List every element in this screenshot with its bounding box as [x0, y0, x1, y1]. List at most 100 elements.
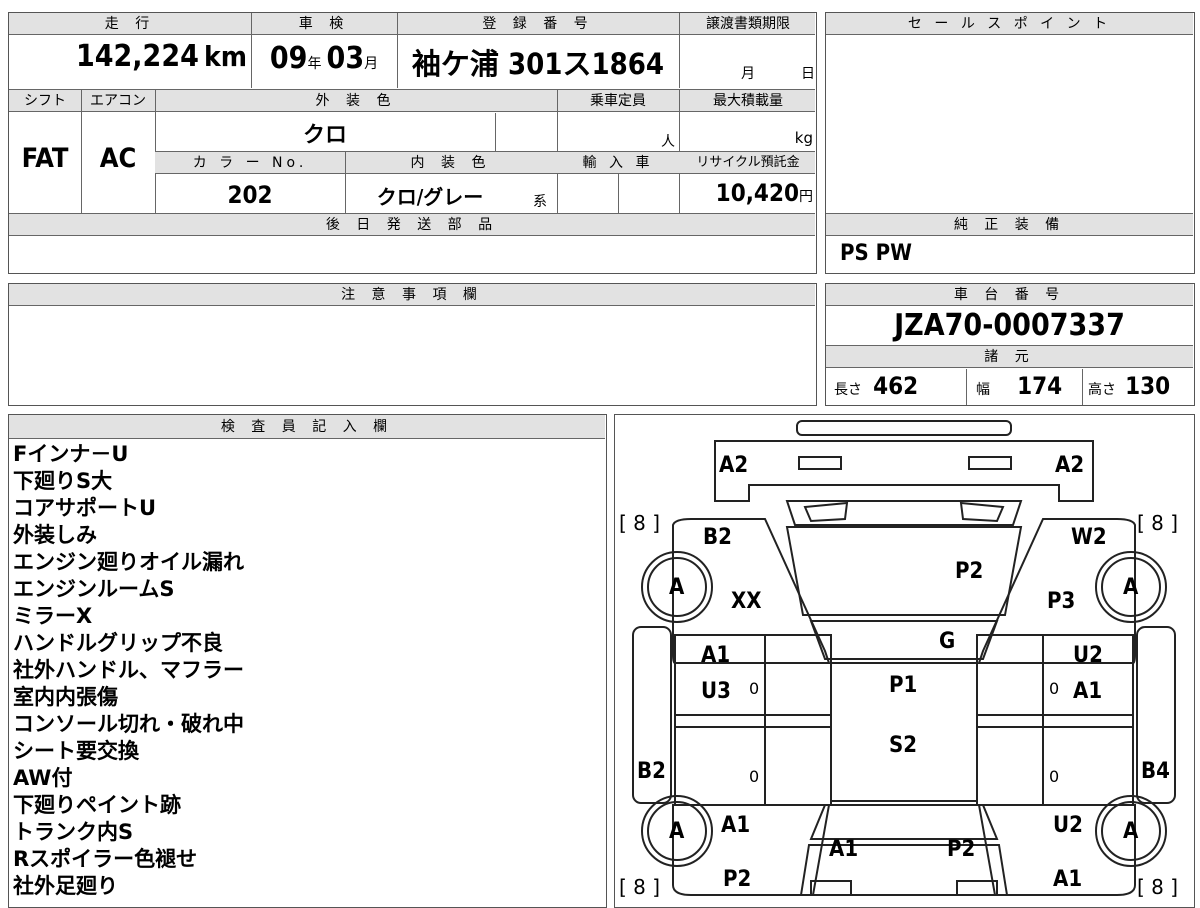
mark-zero: 0 [749, 679, 760, 698]
mark-a2-right: A2 [1055, 453, 1085, 478]
spec-length: 長さ 462 [834, 372, 919, 400]
inspection-value: 09年 03月 [269, 41, 379, 76]
mark-s2: S2 [889, 733, 918, 758]
taillight-left-shape [810, 880, 852, 896]
inspector-note: 社外ハンドル、マフラー [13, 658, 244, 682]
ac-label: エアコン [90, 93, 146, 109]
headlight-right-shape [968, 456, 1012, 470]
registration-label: 登 録 番 号 [482, 16, 594, 32]
mark-xx: XX [731, 589, 762, 614]
exterior-color-value: クロ [302, 123, 347, 148]
transfer-deadline-label: 譲渡書類期限 [706, 16, 790, 32]
mark-b2-side: B2 [637, 759, 666, 784]
sales-point-box: セ ー ル ス ポ イ ン ト 純 正 装 備 PS PW [825, 12, 1195, 274]
capacity-unit: 人 [661, 134, 675, 150]
taillight-right-shape [956, 880, 998, 896]
tire-label-front-left: A [669, 575, 685, 600]
interior-color-value: クロ/グレー [376, 185, 484, 209]
grille-right-shape [959, 501, 1005, 523]
spec-width: 幅 174 [976, 372, 1063, 400]
chassis-box: 車 台 番 号 JZA70-0007337 諸 元 長さ 462 幅 174 高… [825, 283, 1195, 406]
inspector-note: 下廻りS大 [13, 469, 113, 493]
summary-grid: 走 行 車 検 登 録 番 号 譲渡書類期限 142,224 km 09年 03… [8, 12, 817, 274]
inspector-note: AW付 [13, 766, 73, 790]
mark-w2: W2 [1071, 525, 1107, 550]
sales-point-label: セ ー ル ス ポ イ ン ト [907, 16, 1112, 32]
inspector-note: 下廻りペイント跡 [13, 793, 181, 817]
hood-shape [785, 526, 1023, 616]
registration-value: 袖ケ浦 301ス1864 [411, 47, 665, 81]
shift-value: FAT [21, 143, 69, 174]
genuine-equipment-label: 純 正 装 備 [953, 217, 1066, 233]
inspector-label: 検 査 員 記 入 欄 [220, 419, 394, 435]
inspector-note: コンソール切れ・破れ中 [13, 712, 244, 736]
mark-a1-bottom-right: A1 [1053, 867, 1083, 892]
recycle-label: リサイクル預託金 [696, 155, 800, 170]
color-no-label: カ ラ ー No. [192, 155, 308, 171]
inspector-note: Rスポイラー色褪せ [13, 847, 198, 871]
inspector-note: Fインナ－U [13, 442, 129, 466]
mark-p2-hood: P2 [955, 559, 984, 584]
inspector-box: 検 査 員 記 入 欄 Fインナ－U 下廻りS大 コアサポートU 外装しみ エン… [8, 414, 607, 908]
car-diagram-box: A2 A2 B2 W2 XX P2 P3 G A1 U2 U3 0 P1 0 A… [614, 414, 1195, 908]
inspector-note: 外装しみ [13, 523, 97, 547]
max-load-label: 最大積載量 [713, 93, 783, 109]
headlight-left-shape [798, 456, 842, 470]
tread-front-left: [ 8 ] [619, 511, 661, 535]
caution-label: 注 意 事 項 欄 [341, 287, 483, 303]
rear-window-shape [809, 804, 999, 840]
grille-left-shape [803, 501, 849, 523]
mark-p3: P3 [1047, 589, 1076, 614]
mark-a1-rear-left: A1 [721, 813, 751, 838]
windshield-shape [809, 620, 999, 660]
inspector-note: エンジン廻りオイル漏れ [13, 550, 244, 574]
mark-b4: B4 [1141, 759, 1170, 784]
mark-zero: 0 [1049, 679, 1060, 698]
mileage-value: 142,224 km [75, 39, 247, 74]
tread-front-right: [ 8 ] [1137, 511, 1179, 535]
exterior-color-label: 外 装 色 [315, 93, 397, 109]
mark-a1-trunk-left: A1 [829, 837, 859, 862]
inspector-note: ミラーX [13, 604, 93, 628]
max-load-unit: kg [794, 129, 813, 147]
transfer-deadline-value: 月 日 [741, 66, 815, 82]
recycle-value: 10,420円 [715, 179, 813, 207]
inspector-note: 社外足廻り [13, 874, 118, 898]
mark-g: G [939, 629, 956, 654]
specs-label: 諸 元 [984, 349, 1035, 365]
mark-u2-right: U2 [1073, 643, 1103, 668]
inspector-notes: Fインナ－U 下廻りS大 コアサポートU 外装しみ エンジン廻りオイル漏れ エン… [13, 441, 244, 900]
mileage-label: 走 行 [104, 16, 156, 32]
interior-color-suffix: 系 [533, 194, 547, 210]
ac-value: AC [99, 143, 137, 174]
mark-b2-top: B2 [703, 525, 732, 550]
mark-a1-right-door: A1 [1073, 679, 1103, 704]
front-bumper-shape [796, 420, 1012, 436]
tire-label-rear-left: A [669, 819, 685, 844]
mark-a2-left: A2 [719, 453, 749, 478]
capacity-label: 乗車定員 [590, 93, 646, 109]
tire-label-front-right: A [1123, 575, 1139, 600]
spec-height: 高さ 130 [1088, 372, 1171, 400]
shift-label: シフト [24, 93, 66, 109]
inspector-note: ハンドルグリップ不良 [13, 631, 223, 655]
mark-a1-left-door: A1 [701, 643, 731, 668]
mark-p2-trunk-right: P2 [947, 837, 976, 862]
import-label: 輸 入 車 [582, 155, 654, 171]
tire-label-rear-right: A [1123, 819, 1139, 844]
inspector-note: トランク内S [13, 820, 134, 844]
mark-zero: 0 [749, 767, 760, 786]
inspection-label: 車 検 [298, 16, 350, 32]
interior-color-label: 内 装 色 [410, 155, 492, 171]
later-parts-label: 後 日 発 送 部 品 [325, 217, 499, 233]
tread-rear-right: [ 8 ] [1137, 875, 1179, 899]
mark-zero: 0 [1049, 767, 1060, 786]
mark-p1: P1 [889, 673, 918, 698]
mark-u3: U3 [701, 679, 731, 704]
front-panel-shape [714, 440, 1094, 502]
chassis-value: JZA70-0007337 [894, 308, 1125, 343]
mark-p2-bottom: P2 [723, 867, 752, 892]
caution-box: 注 意 事 項 欄 [8, 283, 817, 406]
genuine-equipment-value: PS PW [840, 241, 912, 266]
mark-u2-rear-right: U2 [1053, 813, 1083, 838]
